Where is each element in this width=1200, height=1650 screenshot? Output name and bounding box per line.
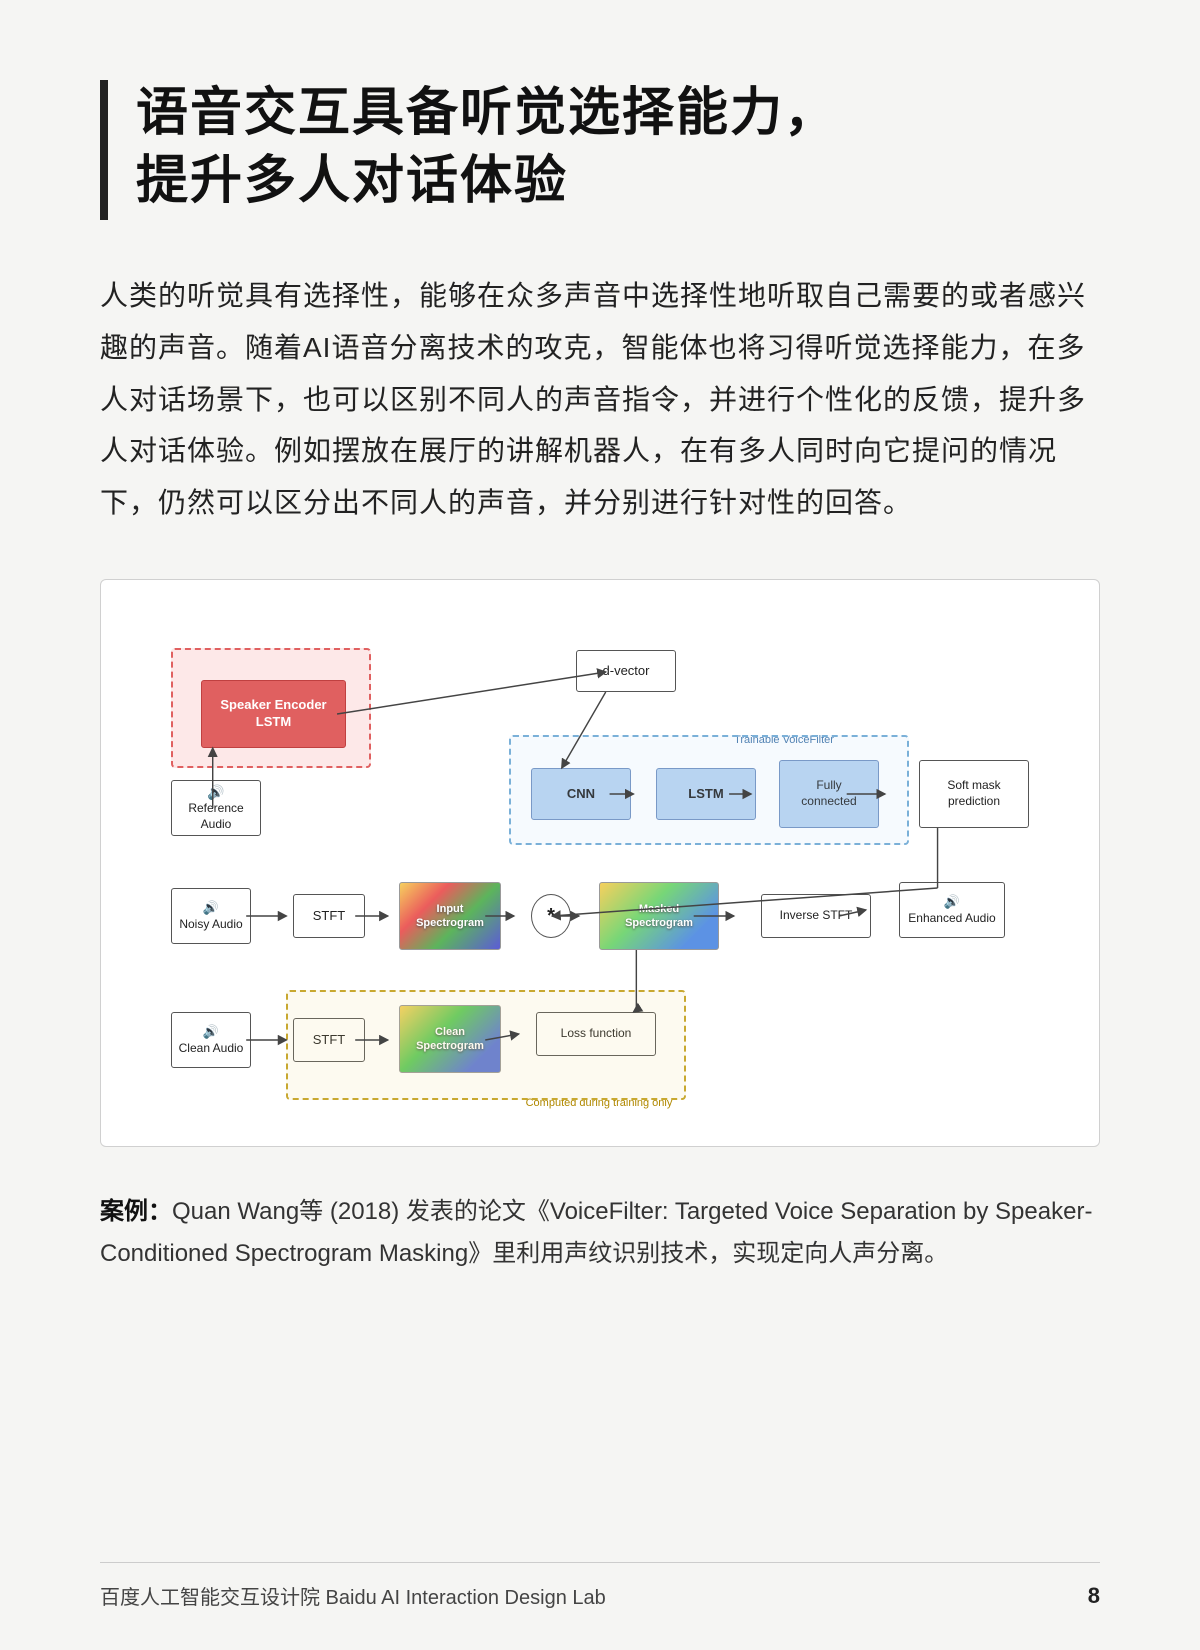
diagram: Trained separately Speaker Encoder LSTM …: [141, 620, 1059, 1110]
input-spectrogram-box: Input Spectrogram: [399, 882, 501, 950]
body-paragraph: 人类的听觉具有选择性，能够在众多声音中选择性地听取自己需要的或者感兴趣的声音。随…: [100, 270, 1100, 529]
footer-institution: 百度人工智能交互设计院 Baidu AI Interaction Design …: [100, 1581, 606, 1610]
trainable-voicefilter-region: [509, 735, 909, 845]
title-line1: 语音交互具备听觉选择能力，: [136, 84, 838, 142]
reference-audio-label: Reference Audio: [172, 801, 260, 832]
diagram-container: Trained separately Speaker Encoder LSTM …: [100, 579, 1100, 1147]
reference-audio-box: 🔊 Reference Audio: [171, 780, 261, 836]
enhanced-audio-box: 🔊 Enhanced Audio: [899, 882, 1005, 938]
title-line2: 提升多人对话体验: [136, 152, 568, 210]
caption-label: 案例：: [100, 1198, 172, 1225]
reference-audio-icon: 🔊: [172, 783, 260, 801]
noisy-audio-box: 🔊 Noisy Audio: [171, 888, 251, 944]
page: 语音交互具备听觉选择能力， 提升多人对话体验 人类的听觉具有选择性，能够在众多声…: [0, 0, 1200, 1650]
training-only-region: [286, 990, 686, 1100]
masked-spectrogram-box: Masked Spectrogram: [599, 882, 719, 950]
caption-text: Quan Wang等 (2018) 发表的论文《VoiceFilter: Tar…: [100, 1198, 1092, 1267]
caption-section: 案例：Quan Wang等 (2018) 发表的论文《VoiceFilter: …: [100, 1191, 1100, 1275]
page-title: 语音交互具备听觉选择能力， 提升多人对话体验: [136, 80, 838, 215]
title-section: 语音交互具备听觉选择能力， 提升多人对话体验: [100, 80, 1100, 220]
footer-page-number: 8: [1088, 1583, 1100, 1609]
stft1-box: STFT: [293, 894, 365, 938]
multiply-box: *: [531, 894, 571, 938]
title-bar: [100, 80, 108, 220]
dvector-box: d-vector: [576, 650, 676, 692]
footer: 百度人工智能交互设计院 Baidu AI Interaction Design …: [100, 1562, 1100, 1610]
speaker-encoder-box: Speaker Encoder LSTM: [201, 680, 346, 748]
inverse-stft-box: Inverse STFT: [761, 894, 871, 938]
clean-audio-box: 🔊 Clean Audio: [171, 1012, 251, 1068]
soft-mask-box: Soft mask prediction: [919, 760, 1029, 828]
